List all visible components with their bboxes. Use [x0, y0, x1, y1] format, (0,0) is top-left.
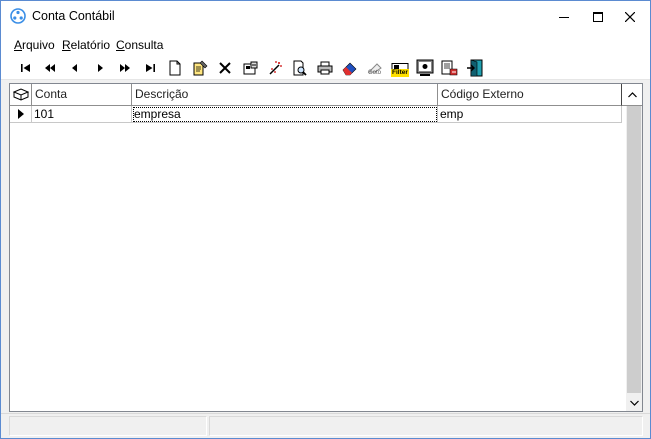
- row-indicator-header[interactable]: [10, 84, 32, 106]
- column-header-conta[interactable]: Conta: [32, 84, 132, 106]
- last-record-icon: [146, 64, 155, 72]
- scroll-down-button[interactable]: [626, 394, 642, 411]
- exit-button[interactable]: [464, 57, 486, 79]
- preview-button[interactable]: [289, 57, 311, 79]
- properties-button[interactable]: [239, 57, 261, 79]
- back-icon: [72, 64, 77, 72]
- print-button[interactable]: [314, 57, 336, 79]
- properties-icon: [243, 61, 258, 75]
- filter-button[interactable]: Filter: [389, 57, 411, 79]
- data-grid[interactable]: Conta Descrição Código Externo 101 empre…: [9, 83, 643, 412]
- forward-icon: [98, 64, 103, 72]
- magic-wand-icon: [269, 61, 282, 75]
- chevron-down-icon: [629, 400, 639, 406]
- eraser-icon: [342, 62, 357, 76]
- book-icon: [12, 87, 29, 101]
- app-icon: [10, 8, 26, 24]
- print-preview-icon: [293, 60, 307, 76]
- window-title: Conta Contábil: [32, 9, 115, 23]
- screen-button[interactable]: [414, 57, 436, 79]
- scroll-up-button[interactable]: [622, 84, 642, 106]
- maximize-button[interactable]: [581, 1, 615, 32]
- goto-label: Goto: [368, 70, 382, 76]
- menu-relatorio[interactable]: Relatório: [62, 38, 110, 52]
- next-page-button[interactable]: [114, 57, 136, 79]
- previous-record-button[interactable]: [64, 57, 86, 79]
- new-document-icon: [169, 60, 181, 76]
- menu-consulta[interactable]: Consulta: [116, 38, 163, 52]
- column-header-codigo-externo[interactable]: Código Externo: [438, 84, 622, 106]
- clear-button[interactable]: [339, 57, 361, 79]
- export-button[interactable]: [439, 57, 461, 79]
- status-panel-2: [209, 416, 643, 436]
- goto-button[interactable]: Goto: [364, 57, 386, 79]
- fast-forward-icon: [120, 64, 130, 72]
- delete-record-button[interactable]: [214, 57, 236, 79]
- new-record-button[interactable]: [164, 57, 186, 79]
- last-record-button[interactable]: [139, 57, 161, 79]
- export-icon: [441, 60, 458, 76]
- first-record-button[interactable]: [15, 57, 37, 79]
- minimize-button[interactable]: [547, 1, 581, 32]
- cell-conta[interactable]: 101: [32, 106, 132, 123]
- edit-record-button[interactable]: [189, 57, 211, 79]
- filter-label: Filter: [391, 69, 409, 77]
- previous-page-button[interactable]: [39, 57, 61, 79]
- chevron-up-icon: [627, 91, 637, 97]
- exit-door-icon: [467, 59, 483, 77]
- monitor-icon: [416, 59, 434, 76]
- menu-arquivo[interactable]: Arquivo: [14, 38, 55, 52]
- row-indicator: [10, 106, 32, 123]
- first-record-icon: [21, 64, 30, 72]
- status-panel-1: [9, 416, 207, 436]
- cell-descricao[interactable]: empresa: [132, 106, 438, 123]
- magic-wand-button[interactable]: [264, 57, 286, 79]
- printer-icon: [317, 61, 333, 75]
- column-header-descricao[interactable]: Descrição: [132, 84, 438, 106]
- table-row[interactable]: 101 empresa emp: [10, 106, 622, 123]
- scrollbar-thumb[interactable]: [627, 106, 641, 393]
- main-window: Conta Contábil Arquivo Relatório Consult…: [0, 0, 651, 439]
- fast-back-icon: [45, 64, 55, 72]
- edit-document-icon: [193, 60, 208, 76]
- close-button[interactable]: [613, 1, 647, 32]
- status-bar: [1, 413, 650, 438]
- toolbar: Goto Filter: [1, 54, 650, 80]
- cell-codigo-externo[interactable]: emp: [438, 106, 622, 123]
- title-bar[interactable]: Conta Contábil: [1, 1, 650, 32]
- menu-bar: Arquivo Relatório Consulta: [1, 32, 650, 54]
- delete-icon: [219, 62, 231, 74]
- vertical-scrollbar[interactable]: [626, 106, 642, 411]
- next-record-button[interactable]: [89, 57, 111, 79]
- current-row-arrow-icon: [17, 109, 24, 119]
